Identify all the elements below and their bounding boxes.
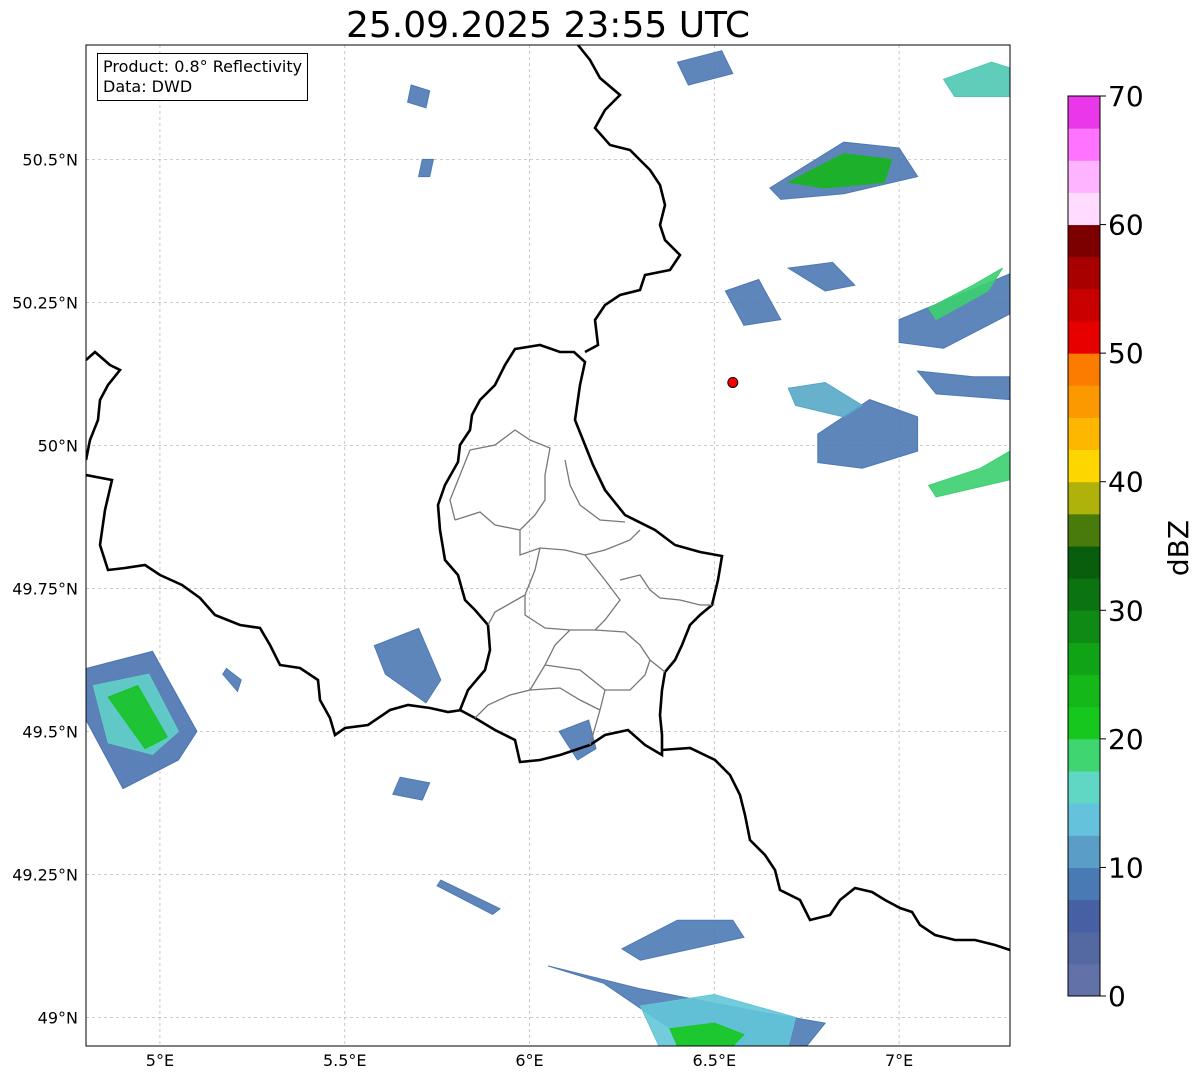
colorbar-segment bbox=[1068, 899, 1100, 933]
colorbar-segment bbox=[1068, 963, 1100, 997]
colorbar-segment bbox=[1068, 738, 1100, 772]
colorbar-segment bbox=[1068, 674, 1100, 708]
colorbar-segment bbox=[1068, 546, 1100, 579]
x-tick-label: 7°E bbox=[885, 1051, 913, 1070]
colorbar-tick-label: 10 bbox=[1108, 851, 1144, 884]
x-tick-label: 5.5°E bbox=[323, 1051, 367, 1070]
colorbar-segment bbox=[1068, 867, 1100, 901]
radar-map: 5°E 5.5°E 6°E 6.5°E 7°E 49°N 49.25°N 49.5°N 49.7… bbox=[12, 44, 1195, 1070]
colorbar-segment bbox=[1068, 288, 1100, 322]
colorbar-segment bbox=[1068, 481, 1100, 515]
radar-site-marker bbox=[727, 376, 739, 388]
colorbar-segment bbox=[1068, 449, 1100, 483]
y-tick-label: 50.5°N bbox=[22, 150, 78, 169]
x-tick-label: 6°E bbox=[515, 1051, 543, 1070]
colorbar-segment bbox=[1068, 417, 1100, 451]
colorbar-segment bbox=[1068, 931, 1100, 965]
y-tick-label: 49.5°N bbox=[22, 722, 78, 741]
colorbar-segment bbox=[1068, 513, 1100, 547]
colorbar-segment bbox=[1068, 385, 1100, 418]
colorbar-segment bbox=[1068, 771, 1100, 804]
info-product: Product: 0.8° Reflectivity bbox=[103, 57, 303, 76]
colorbar-segment bbox=[1068, 835, 1100, 868]
colorbar-tick-label: 40 bbox=[1108, 466, 1144, 499]
colorbar: 0 10 20 30 40 50 60 70 bbox=[1067, 80, 1144, 1013]
y-tick-label: 49.75°N bbox=[12, 579, 78, 598]
y-tick-label: 49°N bbox=[38, 1008, 78, 1027]
colorbar-segment bbox=[1068, 706, 1100, 740]
colorbar-segment bbox=[1068, 128, 1100, 161]
colorbar-segment bbox=[1068, 321, 1100, 354]
colorbar-tick-label: 20 bbox=[1108, 723, 1144, 756]
y-tick-label: 50.25°N bbox=[12, 293, 78, 312]
info-box: Product: 0.8° Reflectivity Data: DWD bbox=[97, 53, 309, 101]
colorbar-segment bbox=[1068, 256, 1100, 290]
colorbar-segment bbox=[1068, 192, 1100, 226]
y-tick-label: 49.25°N bbox=[12, 865, 78, 884]
info-data-source: Data: DWD bbox=[103, 77, 193, 96]
colorbar-segment bbox=[1068, 803, 1100, 836]
colorbar-tick-label: 30 bbox=[1108, 594, 1144, 627]
x-tick-label: 6.5°E bbox=[693, 1051, 737, 1070]
map-background bbox=[86, 45, 1010, 1046]
colorbar-segment bbox=[1068, 160, 1100, 193]
y-tick-label: 50°N bbox=[38, 436, 78, 455]
colorbar-segment bbox=[1068, 642, 1100, 676]
colorbar-segment bbox=[1068, 353, 1100, 386]
colorbar-segment bbox=[1068, 578, 1100, 611]
x-tick-label: 5°E bbox=[146, 1051, 174, 1070]
colorbar-segment bbox=[1068, 224, 1100, 258]
colorbar-label: dBZ bbox=[1162, 520, 1195, 576]
colorbar-tick-label: 50 bbox=[1108, 337, 1144, 370]
colorbar-tick-label: 70 bbox=[1108, 80, 1144, 113]
colorbar-tick-label: 60 bbox=[1108, 209, 1144, 242]
colorbar-segment bbox=[1068, 610, 1100, 643]
colorbar-segment bbox=[1068, 96, 1100, 129]
colorbar-tick-label: 0 bbox=[1108, 980, 1126, 1013]
